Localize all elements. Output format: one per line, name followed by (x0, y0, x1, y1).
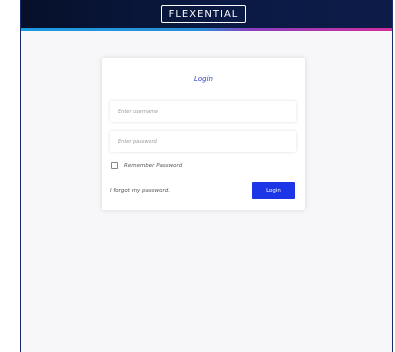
login-button[interactable]: Login (252, 182, 295, 199)
login-card: Login Remember Password I forgot my pass… (102, 58, 305, 210)
username-input[interactable] (110, 101, 296, 122)
remember-password-checkbox[interactable] (111, 162, 118, 169)
app-window: FLEXENTIAL Login Remember Password I for… (20, 0, 393, 352)
logo-text: FLEXENTIAL (168, 8, 239, 20)
remember-password-row[interactable]: Remember Password (111, 161, 182, 170)
forgot-password-link[interactable]: I forgot my password. (110, 188, 170, 194)
page-margin-left (0, 0, 20, 352)
header-accent-stripe (21, 28, 392, 31)
top-header-bar: FLEXENTIAL (21, 0, 392, 28)
remember-password-label: Remember Password (124, 162, 183, 169)
password-input[interactable] (110, 131, 296, 152)
flexential-logo[interactable]: FLEXENTIAL (161, 5, 246, 23)
login-title: Login (193, 75, 213, 83)
